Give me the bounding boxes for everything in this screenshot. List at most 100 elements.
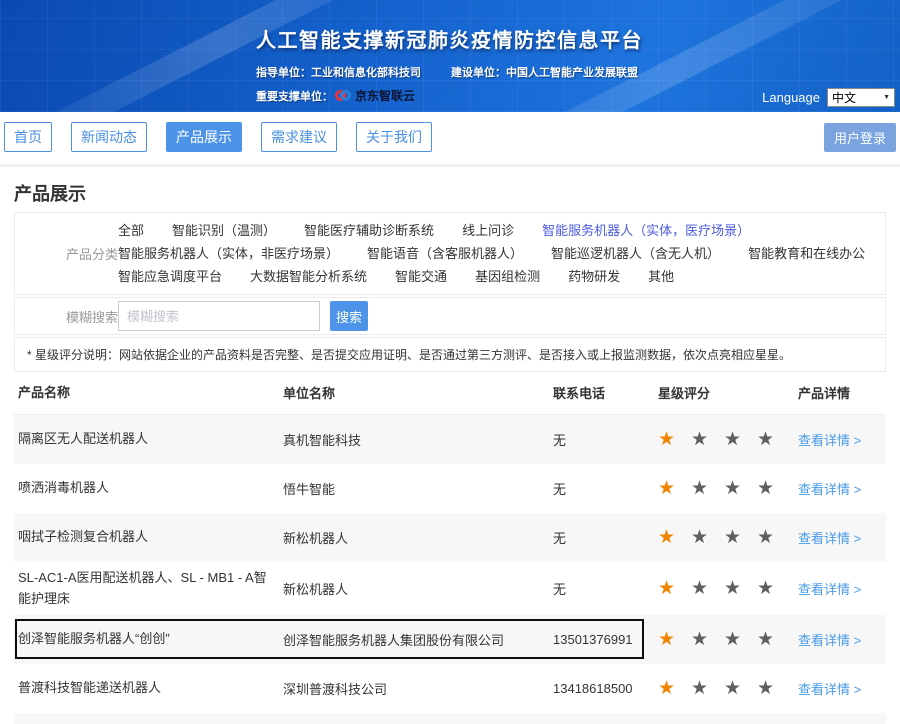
category-row: 智能应急调度平台 大数据智能分析系统 智能交通 基因组检测 药物研发 其他 [118, 265, 885, 288]
phone-cell: 无 [553, 479, 644, 498]
stars-cell: ★★★★ [644, 677, 798, 700]
table-row: 智能巡航消毒机器人华尔嘉（泉州）机械制造有限公司无★★★★查看详情 > [14, 713, 886, 724]
company-name-cell: 新松机器人 [283, 579, 553, 598]
support-unit-line: 重要支撑单位： 京东智联云 [256, 87, 643, 104]
category-filter-label: 产品分类 [15, 244, 118, 263]
star-icon: ★ [691, 526, 724, 549]
category-filter-panel: 产品分类 全部智能识别（温测）智能医疗辅助诊断系统线上问诊智能服务机器人（实体，… [14, 212, 886, 295]
product-name-cell: 喷洒消毒机器人 [14, 478, 283, 499]
column-header: 产品名称 [14, 383, 283, 404]
star-icon: ★ [691, 628, 724, 651]
star-icon: ★ [691, 577, 724, 600]
detail-cell: 查看详情 > [798, 528, 886, 547]
stars-cell: ★★★★ [644, 577, 798, 600]
star-icon: ★ [691, 477, 724, 500]
stars-cell: ★★★★ [644, 428, 798, 451]
category-item[interactable]: 线上问诊 [462, 222, 514, 239]
category-row: 全部 智能识别（温测） 智能医疗辅助诊断系统 线上问诊 智能服务机器人（实体，医疗场景） [118, 219, 885, 242]
star-icon: ★ [757, 628, 790, 651]
star-icon: ★ [658, 628, 691, 651]
detail-cell: 查看详情 > [798, 479, 886, 498]
table-row: 咽拭子检测复合机器人新松机器人无★★★★查看详情 > [14, 513, 886, 562]
detail-cell: 查看详情 > [798, 430, 886, 449]
page-title: 产品展示 [14, 180, 900, 206]
nav-item-news[interactable]: 新闻动态 [71, 122, 147, 152]
company-name-cell: 真机智能科技 [283, 430, 553, 449]
language-switcher: Language 中文 ▼ [762, 88, 895, 107]
nav-item-products[interactable]: 产品展示 [166, 122, 242, 152]
star-icon: ★ [658, 526, 691, 549]
phone-cell: 13501376991 [553, 632, 644, 647]
category-item[interactable]: 智能应急调度平台 [118, 268, 222, 285]
guide-unit-label: 指导单位：工业和信息化部科技司 [256, 64, 421, 80]
detail-link[interactable]: 查看详情 > [798, 433, 861, 448]
column-header: 星级评分 [644, 383, 798, 404]
category-item[interactable]: 药物研发 [568, 268, 620, 285]
column-header: 单位名称 [283, 383, 553, 404]
jd-logo-blue-circle-icon [340, 90, 351, 101]
detail-cell: 查看详情 > [798, 679, 886, 698]
detail-link[interactable]: 查看详情 > [798, 682, 861, 697]
category-item[interactable]: 智能教育和在线办公 [748, 245, 865, 262]
star-icon: ★ [724, 428, 757, 451]
search-panel: 模糊搜索 搜索 [14, 297, 886, 335]
star-icon: ★ [757, 428, 790, 451]
star-icon: ★ [724, 577, 757, 600]
support-unit-label: 重要支撑单位： [256, 88, 333, 104]
star-icon: ★ [658, 577, 691, 600]
table-header-row: 产品名称单位名称联系电话星级评分产品详情 [14, 375, 886, 415]
table-row: 创泽智能服务机器人“创创”创泽智能服务机器人集团股份有限公司1350137699… [14, 615, 886, 664]
table-body: 隔离区无人配送机器人真机智能科技无★★★★查看详情 >喷洒消毒机器人悟牛智能无★… [14, 415, 886, 724]
category-item[interactable]: 智能服务机器人（实体，医疗场景） [542, 222, 750, 239]
products-table: 产品名称单位名称联系电话星级评分产品详情 隔离区无人配送机器人真机智能科技无★★… [14, 375, 886, 724]
category-item[interactable]: 智能服务机器人（实体，非医疗场景） [118, 245, 339, 262]
category-item[interactable]: 智能巡逻机器人（含无人机） [551, 245, 720, 262]
star-icon: ★ [757, 526, 790, 549]
product-name-cell: 普渡科技智能递送机器人 [14, 678, 283, 699]
category-item[interactable]: 其他 [648, 268, 674, 285]
language-label: Language [762, 90, 820, 105]
table-row: SL-AC1-A医用配送机器人、SL - MB1 - A智能护理床新松机器人无★… [14, 562, 886, 616]
star-icon: ★ [724, 677, 757, 700]
category-item[interactable]: 大数据智能分析系统 [250, 268, 367, 285]
login-button[interactable]: 用户登录 [824, 123, 896, 152]
detail-cell: 查看详情 > [798, 630, 886, 649]
nav-item-home[interactable]: 首页 [4, 122, 52, 152]
category-item[interactable]: 智能交通 [395, 268, 447, 285]
language-select[interactable]: 中文 ▼ [827, 88, 895, 107]
search-input[interactable] [118, 301, 320, 331]
search-button[interactable]: 搜索 [330, 301, 368, 331]
table-row: 普渡科技智能递送机器人深圳普渡科技公司13418618500★★★★查看详情 > [14, 664, 886, 713]
star-icon: ★ [658, 677, 691, 700]
star-icon: ★ [691, 677, 724, 700]
detail-link[interactable]: 查看详情 > [798, 582, 861, 597]
category-item[interactable]: 全部 [118, 222, 144, 239]
detail-link[interactable]: 查看详情 > [798, 633, 861, 648]
jd-cloud-logo-icon [335, 90, 351, 101]
product-name-cell: 隔离区无人配送机器人 [14, 429, 283, 450]
nav-item-demands[interactable]: 需求建议 [261, 122, 337, 152]
phone-cell: 无 [553, 528, 644, 547]
product-name-cell: 创泽智能服务机器人“创创” [14, 629, 283, 650]
product-name-cell: 咽拭子检测复合机器人 [14, 527, 283, 548]
star-icon: ★ [691, 428, 724, 451]
company-name-cell: 创泽智能服务机器人集团股份有限公司 [283, 630, 553, 649]
detail-link[interactable]: 查看详情 > [798, 531, 861, 546]
category-item[interactable]: 基因组检测 [475, 268, 540, 285]
table-row: 隔离区无人配送机器人真机智能科技无★★★★查看详情 > [14, 415, 886, 464]
category-row: 智能服务机器人（实体，非医疗场景） 智能语音（含客服机器人） 智能巡逻机器人（含无人… [118, 242, 885, 265]
star-icon: ★ [724, 477, 757, 500]
product-name-cell: SL-AC1-A医用配送机器人、SL - MB1 - A智能护理床 [14, 568, 283, 610]
site-title: 人工智能支撑新冠肺炎疫情防控信息平台 [256, 24, 643, 53]
column-header: 产品详情 [798, 383, 886, 404]
rating-note: * 星级评分说明：网站依据企业的产品资料是否完整、是否提交应用证明、是否通过第三… [14, 337, 886, 372]
detail-link[interactable]: 查看详情 > [798, 482, 861, 497]
table-row: 喷洒消毒机器人悟牛智能无★★★★查看详情 > [14, 464, 886, 513]
category-item[interactable]: 智能语音（含客服机器人） [367, 245, 523, 262]
stars-cell: ★★★★ [644, 526, 798, 549]
phone-cell: 无 [553, 579, 644, 598]
category-item[interactable]: 智能识别（温测） [172, 222, 276, 239]
category-item[interactable]: 智能医疗辅助诊断系统 [304, 222, 434, 239]
jd-cloud-logo-text: 京东智联云 [355, 87, 415, 104]
nav-item-about[interactable]: 关于我们 [356, 122, 432, 152]
